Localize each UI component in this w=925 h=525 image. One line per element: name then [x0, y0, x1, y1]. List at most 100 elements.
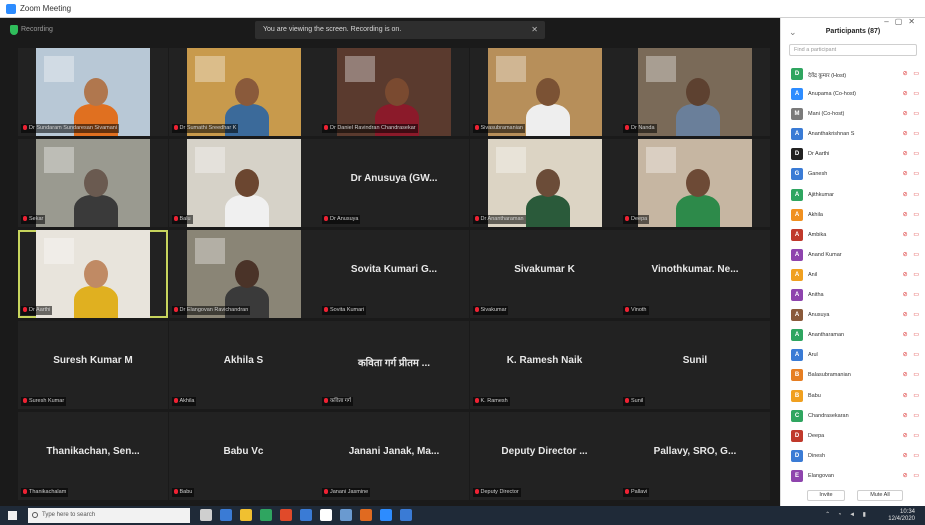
avatar: A	[791, 268, 803, 281]
avatar: A	[791, 329, 803, 342]
video-tile[interactable]: Sivakumar K Sivakumar	[469, 230, 620, 318]
close-icon[interactable]: ✕	[531, 21, 538, 39]
participant-name-label: Deputy Director	[480, 489, 519, 495]
video-tile[interactable]: Deepa	[620, 139, 770, 227]
muted-mic-icon	[474, 306, 479, 312]
participant-face	[385, 78, 409, 106]
avatar: A	[791, 248, 803, 261]
participant-row[interactable]: D Dr Aarthi ⊘ ▭	[789, 144, 921, 164]
video-tile[interactable]: Dr Daniel Ravindran Chandrasekar	[319, 48, 469, 136]
video-tile[interactable]: Janani Janak, Ma... Janani Jasmine	[319, 412, 469, 500]
video-tile[interactable]: Sekar	[18, 139, 168, 227]
participant-row[interactable]: A Anitha ⊘ ▭	[789, 285, 921, 305]
taskbar-app-icon[interactable]	[380, 509, 392, 521]
background-window	[495, 56, 526, 82]
participant-row[interactable]: A Anantharaman ⊘ ▭	[789, 325, 921, 345]
participant-name-label: Dr Daniel Ravindran Chandrasekar	[330, 125, 416, 131]
participant-name-tag: Dr Sundaram Sundaresan Sivamani	[21, 124, 120, 133]
video-tile[interactable]: Pallavy, SRO, G... Pallavi	[620, 412, 770, 500]
video-tile[interactable]: Dr Anantharaman	[469, 139, 620, 227]
background-window	[495, 147, 526, 173]
video-tile[interactable]: Dr Sundaram Sundaresan Sivamani	[18, 48, 168, 136]
participant-row[interactable]: A Ananthakrishnan S ⊘ ▭	[789, 124, 921, 144]
video-tile[interactable]: Deputy Director ... Deputy Director	[469, 412, 620, 500]
windows-start-icon[interactable]	[8, 511, 17, 520]
taskbar-app-icon[interactable]	[320, 509, 332, 521]
participant-name-tag: Dr Nanda	[623, 124, 657, 133]
participant-name-tag: Deputy Director	[472, 488, 521, 497]
participant-row[interactable]: M Mani (Co-host) ⊘ ▭	[789, 104, 921, 124]
video-tile[interactable]: Vinothkumar. Ne... Vinoth	[620, 230, 770, 318]
avatar: B	[791, 369, 803, 382]
participant-row[interactable]: A Ajithkumar ⊘ ▭	[789, 185, 921, 205]
clock-date[interactable]: 12/4/2020	[888, 516, 915, 523]
taskbar-app-icon[interactable]	[400, 509, 412, 521]
participant-list-name: Anupama (Co-host)	[808, 91, 856, 98]
taskbar-app-icon[interactable]	[240, 509, 252, 521]
avatar: A	[791, 349, 803, 362]
participant-search-input[interactable]: Find a participant	[789, 44, 917, 56]
mute-all-button[interactable]: Mute All	[857, 490, 903, 501]
video-tile[interactable]: कविता गर्ग प्रीतम ... कविता गर्ग	[319, 321, 469, 409]
window-controls[interactable]: –▢✕	[884, 17, 921, 26]
muted-mic-icon	[173, 397, 178, 403]
video-tile[interactable]: Dr Elangovan Ravichandran	[168, 230, 319, 318]
taskbar-app-icon[interactable]	[200, 509, 212, 521]
video-tile[interactable]: Akhila S Akhila	[168, 321, 319, 409]
participant-list-name: Ajithkumar	[808, 191, 834, 198]
participant-name-tag: Pallavi	[623, 488, 650, 497]
video-tile[interactable]: Dr Aarthi	[18, 230, 168, 318]
participant-row[interactable]: D Dinesh ⊘ ▭	[789, 446, 921, 466]
video-tile[interactable]: Sunil Sunil	[620, 321, 770, 409]
participant-row[interactable]: D Deepa ⊘ ▭	[789, 426, 921, 446]
participant-row[interactable]: A Anil ⊘ ▭	[789, 265, 921, 285]
taskbar-app-icon[interactable]	[220, 509, 232, 521]
participant-name-label: Sivasubramanian	[480, 125, 524, 131]
participant-row[interactable]: A Anand Kumar ⊘ ▭	[789, 245, 921, 265]
participant-display-name: Deputy Director ...	[501, 446, 588, 457]
participant-display-name: Sovita Kumari G...	[350, 264, 438, 275]
participant-row[interactable]: D देवेंद्र कुमार (Host) ⊘ ▭	[789, 64, 921, 84]
participant-face	[234, 260, 259, 288]
video-tile[interactable]: Sovita Kumari G... Sovita Kumari	[319, 230, 469, 318]
invite-button[interactable]: Invite	[807, 490, 845, 501]
taskbar-app-icon[interactable]	[280, 509, 292, 521]
participant-row[interactable]: G Ganesh ⊘ ▭	[789, 164, 921, 184]
avatar: D	[791, 68, 803, 80]
taskbar-app-icon[interactable]	[300, 509, 312, 521]
video-tile[interactable]: Dr Anusuya (GW... Dr Anusuya	[319, 139, 469, 227]
participant-row[interactable]: A Anupama (Co-host) ⊘ ▭	[789, 84, 921, 104]
taskbar-search-input[interactable]: Type here to search	[28, 508, 190, 523]
participant-row[interactable]: B Balasubramanian ⊘ ▭	[789, 365, 921, 385]
participant-row[interactable]: B Babu ⊘ ▭	[789, 386, 921, 406]
video-tile[interactable]: Dr Sumathi Sreedhar K	[168, 48, 319, 136]
participant-face	[234, 78, 259, 106]
participant-row[interactable]: A Anusuya ⊘ ▭	[789, 305, 921, 325]
clock-time[interactable]: 10:34	[888, 509, 915, 516]
participant-name-label: Dr Anusuya	[330, 216, 359, 222]
taskbar-app-icon[interactable]	[360, 509, 372, 521]
video-tile[interactable]: Thanikachan, Sen... Thanikachalam	[18, 412, 168, 500]
taskbar-app-icon[interactable]	[340, 509, 352, 521]
muted-mic-icon	[625, 124, 629, 130]
taskbar-app-icon[interactable]	[260, 509, 272, 521]
participant-row[interactable]: A Arul ⊘ ▭	[789, 345, 921, 365]
shield-icon[interactable]	[10, 25, 18, 35]
tray-icons[interactable]: ⌃ ◔ ◄ ▮	[825, 512, 869, 519]
participant-list-name: Elangovan	[808, 472, 834, 479]
participant-row[interactable]: E Elangovan ⊘ ▭	[789, 466, 921, 486]
participant-row[interactable]: C Chandrasekaran ⊘ ▭	[789, 406, 921, 426]
video-tile[interactable]: Babu Vc Babu	[168, 412, 319, 500]
participant-face	[535, 169, 560, 197]
video-tile[interactable]: Suresh Kumar M Suresh Kumar	[18, 321, 168, 409]
participant-row[interactable]: A Ambika ⊘ ▭	[789, 225, 921, 245]
video-tile[interactable]: Balu	[168, 139, 319, 227]
participant-body	[676, 195, 720, 227]
avatar: G	[791, 168, 803, 181]
participant-row[interactable]: A Akhila ⊘ ▭	[789, 205, 921, 225]
video-tile[interactable]: Sivasubramanian	[469, 48, 620, 136]
participant-video	[638, 139, 752, 227]
video-tile[interactable]: K. Ramesh Naik K. Ramesh	[469, 321, 620, 409]
participant-name-tag: Dr Elangovan Ravichandran	[171, 306, 251, 315]
video-tile[interactable]: Dr Nanda	[620, 48, 770, 136]
